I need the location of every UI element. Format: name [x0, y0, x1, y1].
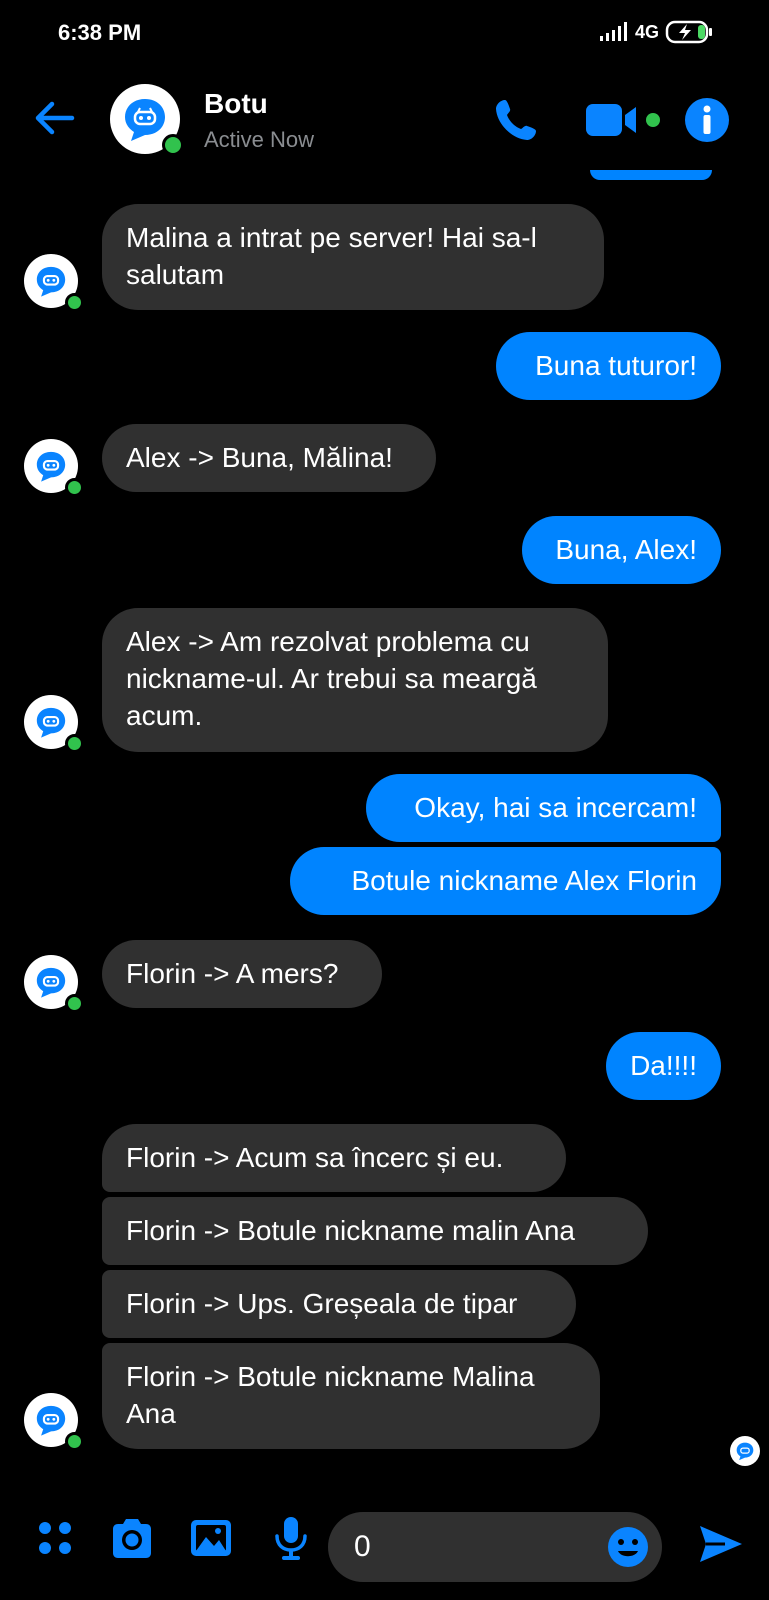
- incoming-message[interactable]: Alex -> Am rezolvat problema cu nickname…: [102, 608, 608, 752]
- video-camera-icon[interactable]: [586, 98, 662, 142]
- message-input-text: 0: [354, 1530, 371, 1563]
- bot-avatar-icon: [36, 266, 66, 297]
- status-time: 6:38 PM: [58, 20, 142, 45]
- bot-avatar-icon: [36, 967, 66, 998]
- incoming-message[interactable]: Alex -> Buna, Mălina!: [102, 424, 436, 492]
- contact-status: Active Now: [204, 127, 315, 152]
- bot-avatar-icon: [36, 451, 66, 482]
- message-composer: 0: [0, 1480, 769, 1600]
- incoming-message[interactable]: Malina a intrat pe server! Hai sa-l salu…: [102, 204, 604, 310]
- bot-avatar-icon: [36, 1405, 66, 1436]
- network-type: 4G: [634, 21, 659, 42]
- outgoing-message[interactable]: Okay, hai sa incercam!: [366, 774, 721, 842]
- bot-avatar-icon: [36, 707, 66, 738]
- online-status-dot: [65, 994, 84, 1013]
- incoming-message[interactable]: Florin -> A mers?: [102, 940, 382, 1008]
- outgoing-message[interactable]: Da!!!!: [606, 1032, 721, 1100]
- sender-avatar[interactable]: [24, 439, 84, 497]
- phone-icon[interactable]: [492, 96, 540, 144]
- signal-icon: [599, 22, 627, 41]
- conversation-header: Botu Active Now: [0, 70, 769, 170]
- online-status-dot: [65, 478, 84, 497]
- outgoing-message[interactable]: Botule nickname Alex Florin: [290, 847, 721, 915]
- online-status-dot: [65, 734, 84, 753]
- incoming-message[interactable]: Florin -> Botule nickname malin Ana: [102, 1197, 648, 1265]
- gallery-icon[interactable]: [188, 1515, 234, 1561]
- send-icon[interactable]: [697, 1520, 745, 1568]
- online-status-dot: [65, 293, 84, 312]
- status-icons: 4G: [599, 20, 715, 44]
- online-status-dot: [65, 1432, 84, 1451]
- outgoing-message[interactable]: Buna, Alex!: [522, 516, 721, 584]
- bot-avatar-icon: [125, 99, 165, 141]
- sender-avatar[interactable]: [24, 1393, 84, 1451]
- bot-avatar-icon: [736, 1442, 754, 1461]
- back-arrow-icon[interactable]: [30, 94, 78, 142]
- sender-avatar[interactable]: [24, 254, 84, 312]
- incoming-message[interactable]: Florin -> Ups. Greșeala de tipar: [102, 1270, 576, 1338]
- incoming-message[interactable]: Florin -> Acum sa încerc și eu.: [102, 1124, 566, 1192]
- outgoing-message[interactable]: Buna tuturor!: [496, 332, 721, 400]
- apps-grid-icon[interactable]: [32, 1515, 78, 1561]
- info-icon[interactable]: [683, 96, 731, 144]
- sender-avatar[interactable]: [24, 955, 84, 1013]
- contact-avatar[interactable]: [110, 84, 184, 156]
- microphone-icon[interactable]: [268, 1515, 314, 1561]
- sender-avatar[interactable]: [24, 695, 84, 753]
- previous-message-bubble[interactable]: [590, 170, 712, 180]
- seen-receipt-avatar: [730, 1436, 760, 1466]
- contact-name[interactable]: Botu: [204, 88, 268, 120]
- battery-charging-icon: [665, 20, 712, 44]
- incoming-message[interactable]: Florin -> Botule nickname Malina Ana: [102, 1343, 600, 1449]
- emoji-icon[interactable]: [606, 1525, 650, 1569]
- status-bar: 6:38 PM 4G: [0, 0, 769, 70]
- online-status-dot: [162, 134, 184, 156]
- camera-icon[interactable]: [109, 1515, 155, 1561]
- message-list[interactable]: Malina a intrat pe server! Hai sa-l salu…: [0, 170, 769, 1480]
